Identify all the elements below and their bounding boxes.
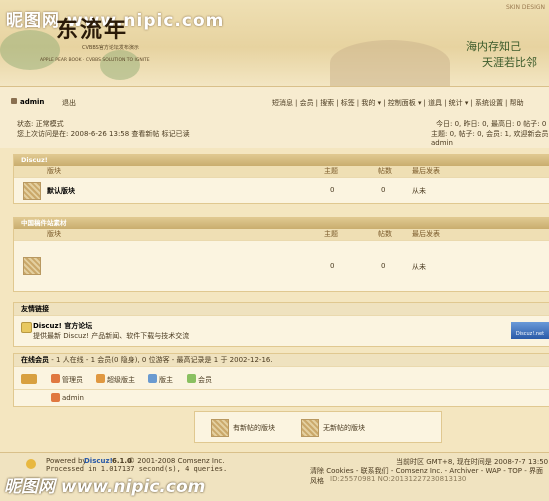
- moderator-icon: [148, 374, 157, 383]
- forum-name[interactable]: 默认版块: [47, 186, 75, 196]
- col-threads: 主题: [324, 230, 338, 238]
- menu-item-control-panel[interactable]: 控制面板 ▾: [388, 99, 422, 107]
- forum-posts: 0: [381, 262, 386, 270]
- forum-row: 默认版块 0 0 从未: [14, 177, 549, 203]
- mountain-decoration: [330, 40, 450, 86]
- header-banner: 昵图网 www.nipic.com 东流年 CVBBS官方论坛发布演示 APPL…: [0, 0, 549, 86]
- plant-decoration: [100, 50, 140, 80]
- forum-threads: 0: [330, 186, 335, 194]
- new-posts-label: 有新帖的版块: [233, 424, 275, 432]
- tagline-cn: CVBBS官方论坛发布演示: [82, 45, 139, 51]
- skin-label: SKIN DESIGN: [505, 4, 545, 11]
- last-visit[interactable]: 您上次访问是在: 2008-6-26 13:58 查看新帖 标记已读: [17, 129, 190, 139]
- category-title[interactable]: 中国稿件站素材: [14, 218, 549, 229]
- member-icon: [187, 374, 196, 383]
- category-title[interactable]: Discuz!: [14, 155, 549, 166]
- column-header: 版块 主题 帖数 最后发表: [14, 229, 549, 240]
- legend-super-moderator: 超级版主: [107, 376, 135, 384]
- no-new-posts-icon: [301, 419, 319, 437]
- forum-last-post: 从未: [412, 263, 426, 271]
- friend-links: 友情链接 Discuz! 官方论坛 提供最新 Discuz! 产品新闻、软件下载…: [13, 302, 549, 347]
- forum-status-icon: [23, 182, 41, 200]
- powered-by: Powered by: [46, 457, 87, 465]
- col-threads: 主题: [324, 167, 338, 175]
- member-legend: 管理员 超级版主 版主 会员: [14, 366, 549, 389]
- no-new-posts-label: 无新帖的版块: [323, 424, 365, 432]
- forum-posts: 0: [381, 186, 386, 194]
- user-icon: [11, 98, 17, 104]
- poem-line-1: 海内存知己: [466, 40, 521, 53]
- online-members: 在线会员 - 1 人在线 - 1 会员(0 隐身), 0 位游客 - 最高记录是…: [13, 353, 549, 407]
- links-title: 友情链接: [14, 303, 549, 315]
- forum-row: 0 0 从未: [14, 240, 549, 291]
- col-last: 最后发表: [412, 167, 440, 175]
- plant-decoration: [0, 30, 60, 70]
- menu-item-settings[interactable]: 系统设置: [475, 99, 503, 107]
- link-site-name[interactable]: Discuz! 官方论坛: [33, 321, 92, 331]
- username-link[interactable]: admin: [20, 98, 44, 106]
- menu-item-help[interactable]: 帮助: [510, 99, 524, 107]
- site-logo[interactable]: 东流年: [56, 12, 128, 44]
- top-nav: admin 退出 短消息 | 会员 | 搜索 | 标签 | 我的 ▾ | 控制面板 ▾ | …: [0, 86, 549, 115]
- status-bar: 状态: 正常模式 您上次访问是在: 2008-6-26 13:58 查看新帖 标…: [0, 114, 549, 148]
- image-id: ID:25570981 NO:20131227230813130: [330, 475, 467, 483]
- discuz-logo-icon: [26, 459, 36, 469]
- col-forum: 版块: [47, 167, 61, 175]
- today-stats: 今日: 0, 昨日: 0, 最高日: 0 帖子: 0: [436, 120, 547, 128]
- new-posts-icon: [211, 419, 229, 437]
- menu-item-search[interactable]: 搜索: [320, 99, 334, 107]
- product-link[interactable]: Discuz!: [84, 457, 113, 465]
- menu-item-tools[interactable]: 道具: [428, 99, 442, 107]
- online-user[interactable]: admin: [62, 394, 84, 402]
- menu-item-stats[interactable]: 统计 ▾: [449, 99, 469, 107]
- status-mode: 状态: 正常模式: [17, 120, 64, 128]
- link-row: Discuz! 官方论坛 提供最新 Discuz! 产品新闻、软件下载与技术交流…: [14, 315, 549, 346]
- online-user-list: admin: [14, 389, 549, 406]
- legend-member: 会员: [198, 376, 212, 384]
- menu-item-messages[interactable]: 短消息: [272, 99, 293, 107]
- main-menu: 短消息 | 会员 | 搜索 | 标签 | 我的 ▾ | 控制面板 ▾ | 道具 | 统计 ▾ |…: [272, 99, 524, 107]
- category-discuz: Discuz! 版块 主题 帖数 最后发表 默认版块 0 0 从未: [13, 154, 549, 204]
- link-banner[interactable]: Discuz!.net: [511, 322, 549, 339]
- menu-item-members[interactable]: 会员: [300, 99, 314, 107]
- admin-icon: [51, 374, 60, 383]
- bottom-watermark: 昵图网 www.nipic.com: [4, 477, 206, 497]
- menu-item-my[interactable]: 我的 ▾: [361, 99, 381, 107]
- copyright: © 2001-2008 Comsenz Inc.: [128, 457, 225, 465]
- forum-status-icon: [23, 257, 41, 275]
- logout-link[interactable]: 退出: [62, 98, 76, 108]
- link-icon: [21, 322, 32, 333]
- admin-icon: [51, 393, 60, 402]
- menu-item-tags[interactable]: 标签: [341, 99, 355, 107]
- poem-line-2: 天涯若比邻: [482, 56, 537, 69]
- col-forum: 版块: [47, 230, 61, 238]
- forum-threads: 0: [330, 262, 335, 270]
- link-site-desc: 提供最新 Discuz! 产品新闻、软件下载与技术交流: [33, 332, 190, 340]
- tagline-en: APPLE PEAR BOOK · CVBBS SOLUTION TO IGNI…: [40, 58, 150, 63]
- forum-icon-legend: 有新帖的版块 无新帖的版块: [194, 411, 442, 443]
- forum-last-post: 从未: [412, 187, 426, 195]
- col-posts: 帖数: [378, 167, 392, 175]
- group-icon: [21, 374, 37, 384]
- super-moderator-icon: [96, 374, 105, 383]
- online-title-label[interactable]: 在线会员: [21, 356, 49, 364]
- col-posts: 帖数: [378, 230, 392, 238]
- legend-moderator: 版主: [159, 376, 173, 384]
- board-stats: 主题: 0, 帖子: 0, 会员: 1, 欢迎新会员 admin: [431, 130, 549, 147]
- online-summary: - 1 人在线 - 1 会员(0 隐身), 0 位游客 - 最高记录是 1 于 …: [49, 356, 273, 364]
- col-last: 最后发表: [412, 230, 440, 238]
- column-header: 版块 主题 帖数 最后发表: [14, 166, 549, 177]
- online-title: 在线会员 - 1 人在线 - 1 会员(0 隐身), 0 位游客 - 最高记录是…: [14, 354, 549, 366]
- category-materials: 中国稿件站素材 版块 主题 帖数 最后发表 0 0 从未: [13, 217, 549, 292]
- legend-admin: 管理员: [62, 376, 83, 384]
